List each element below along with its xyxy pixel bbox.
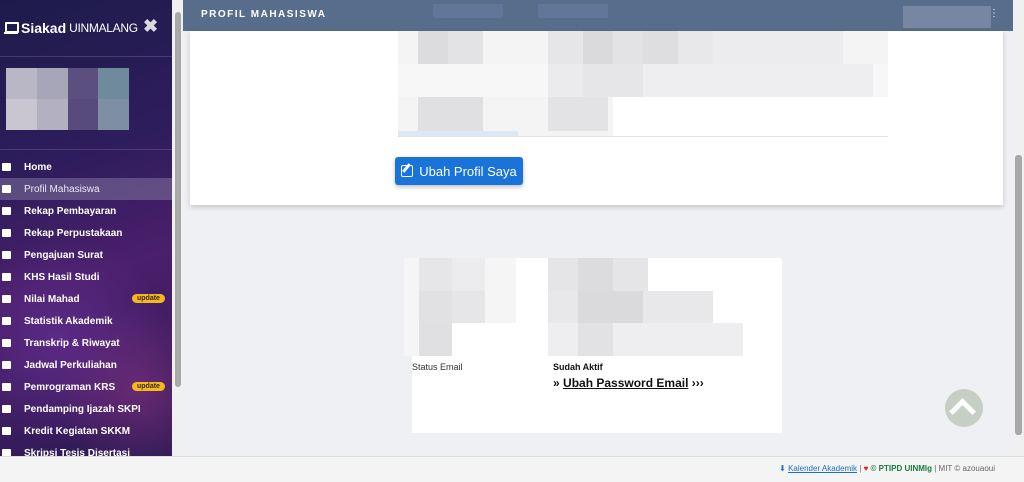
sidebar-item-profil-mahasiswa[interactable]: Profil Mahasiswa — [0, 178, 172, 200]
chart-icon — [2, 317, 11, 325]
status-email-label: Status Email — [412, 362, 463, 372]
file-icon — [2, 405, 11, 413]
update-badge: update — [132, 382, 165, 391]
update-badge: update — [132, 294, 165, 303]
footer-credit[interactable]: © PTIPD UINMlg — [871, 464, 932, 473]
footer-links: ⬇ Kalender Akademik | ♥ © PTIPD UINMlg |… — [779, 464, 995, 473]
edit-icon — [401, 165, 414, 177]
sidebar-item-label: Statistik Akademik — [24, 315, 113, 327]
envelope-icon — [2, 251, 11, 259]
sidebar-item-label: Pengajuan Surat — [24, 249, 103, 261]
sidebar-item-label: Pendamping Ijazah SKPI — [24, 403, 141, 415]
sidebar-item-label: Rekap Pembayaran — [24, 205, 117, 217]
money-icon — [2, 207, 11, 215]
change-email-password-row: » Ubah Password Email ››› — [553, 376, 704, 390]
user-info-blurred[interactable] — [903, 6, 991, 28]
scroll-to-top-button[interactable] — [945, 389, 983, 427]
sidebar-item-kredit-kegiatan-skkm[interactable]: Kredit Kegiatan SKKM — [0, 420, 172, 442]
profile-card: Ubah Profil Saya — [190, 31, 1003, 205]
page-title: PROFIL MAHASISWA — [201, 9, 327, 20]
book-icon — [2, 229, 11, 237]
status-email-value: Sudah Aktif — [553, 362, 603, 372]
sidebar-item-rekap-pembayaran[interactable]: Rekap Pembayaran — [0, 200, 172, 222]
academic-calendar-link[interactable]: Kalender Akademik — [788, 464, 857, 473]
blurred-region — [398, 31, 888, 137]
brand-logo[interactable]: Siakad UINMALANG — [4, 18, 138, 38]
building-icon — [2, 295, 11, 303]
heart-icon: ♥ — [863, 464, 869, 473]
brand-name-bold: Siakad — [21, 20, 67, 36]
footer-separator: | — [934, 464, 937, 473]
sidebar-item-pemrograman-krs[interactable]: Pemrograman KRS update — [0, 376, 172, 398]
sidebar-item-label: KHS Hasil Studi — [24, 271, 100, 283]
calendar-icon — [2, 361, 11, 369]
close-icon[interactable]: ✖ — [143, 16, 158, 37]
sidebar-item-nilai-mahad[interactable]: Nilai Mahad update — [0, 288, 172, 310]
blurred-region — [548, 258, 782, 356]
footer: ⬇ Kalender Akademik | ♥ © PTIPD UINMlg |… — [0, 456, 1024, 482]
blurred-region — [538, 4, 608, 18]
id-card-icon — [2, 185, 11, 193]
link-prefix: » — [553, 376, 560, 390]
sidebar-item-rekap-perpustakaan[interactable]: Rekap Perpustakaan — [0, 222, 172, 244]
page-scrollbar[interactable] — [1013, 0, 1024, 456]
sidebar-item-jadwal-perkuliahan[interactable]: Jadwal Perkuliahan — [0, 354, 172, 376]
edit-profile-label: Ubah Profil Saya — [419, 163, 517, 179]
copy-icon — [2, 339, 11, 347]
sidebar-item-pendamping-ijazah-skpi[interactable]: Pendamping Ijazah SKPI — [0, 398, 172, 420]
scrollbar-thumb[interactable] — [1015, 155, 1022, 435]
blurred-region — [433, 4, 503, 18]
sidebar-item-skripsi-tesis-disertasi[interactable]: Skripsi Tesis Disertasi — [0, 442, 172, 456]
sidebar-item-label: Pemrograman KRS — [24, 381, 116, 393]
kebab-menu-icon[interactable]: ⋮ — [989, 8, 999, 19]
email-card: Status Email Sudah Aktif » Ubah Password… — [404, 258, 782, 433]
sidebar-item-label: Home — [24, 161, 52, 173]
change-email-password-link[interactable]: Ubah Password Email — [563, 376, 688, 390]
page-header: PROFIL MAHASISWA ⋮ — [183, 0, 1014, 31]
sidebar-item-label: Skripsi Tesis Disertasi — [24, 447, 130, 457]
laptop-icon — [4, 22, 19, 34]
calendar-plus-icon — [2, 383, 11, 391]
sidebar-item-khs-hasil-studi[interactable]: KHS Hasil Studi — [0, 266, 172, 288]
divider — [0, 56, 172, 57]
blurred-region — [404, 258, 516, 356]
sidebar-item-label: Transkrip & Riwayat — [24, 337, 120, 349]
sidebar-scrollbar[interactable] — [172, 0, 184, 456]
footer-separator: | — [859, 464, 862, 473]
file-text-icon — [2, 449, 11, 456]
download-icon: ⬇ — [779, 464, 786, 473]
sidebar: Siakad UINMALANG ✖ Home Profil Mahasiswa R… — [0, 0, 172, 456]
scrollbar-thumb[interactable] — [175, 12, 181, 387]
inbox-icon — [2, 273, 11, 281]
sidebar-menu: Home Profil Mahasiswa Rekap Pembayaran Reka… — [0, 156, 172, 456]
brand-name-light: UINMALANG — [69, 21, 138, 35]
sidebar-item-label: Kredit Kegiatan SKKM — [24, 425, 131, 437]
footer-license: MIT © azouaoui — [938, 464, 995, 473]
sidebar-item-pengajuan-surat[interactable]: Pengajuan Surat — [0, 244, 172, 266]
avatar — [6, 68, 129, 130]
sidebar-item-label: Nilai Mahad — [24, 293, 80, 305]
sidebar-item-label: Profil Mahasiswa — [24, 183, 100, 195]
sidebar-item-transkrip-riwayat[interactable]: Transkrip & Riwayat — [0, 332, 172, 354]
sidebar-item-label: Jadwal Perkuliahan — [24, 359, 117, 371]
divider — [0, 149, 172, 150]
sidebar-item-statistik-akademik[interactable]: Statistik Akademik — [0, 310, 172, 332]
sidebar-item-home[interactable]: Home — [0, 156, 172, 178]
sidebar-item-label: Rekap Perpustakaan — [24, 227, 123, 239]
edit-profile-button[interactable]: Ubah Profil Saya — [395, 157, 523, 185]
home-icon — [2, 163, 11, 171]
compass-icon — [2, 427, 11, 435]
link-suffix: ››› — [691, 376, 704, 390]
